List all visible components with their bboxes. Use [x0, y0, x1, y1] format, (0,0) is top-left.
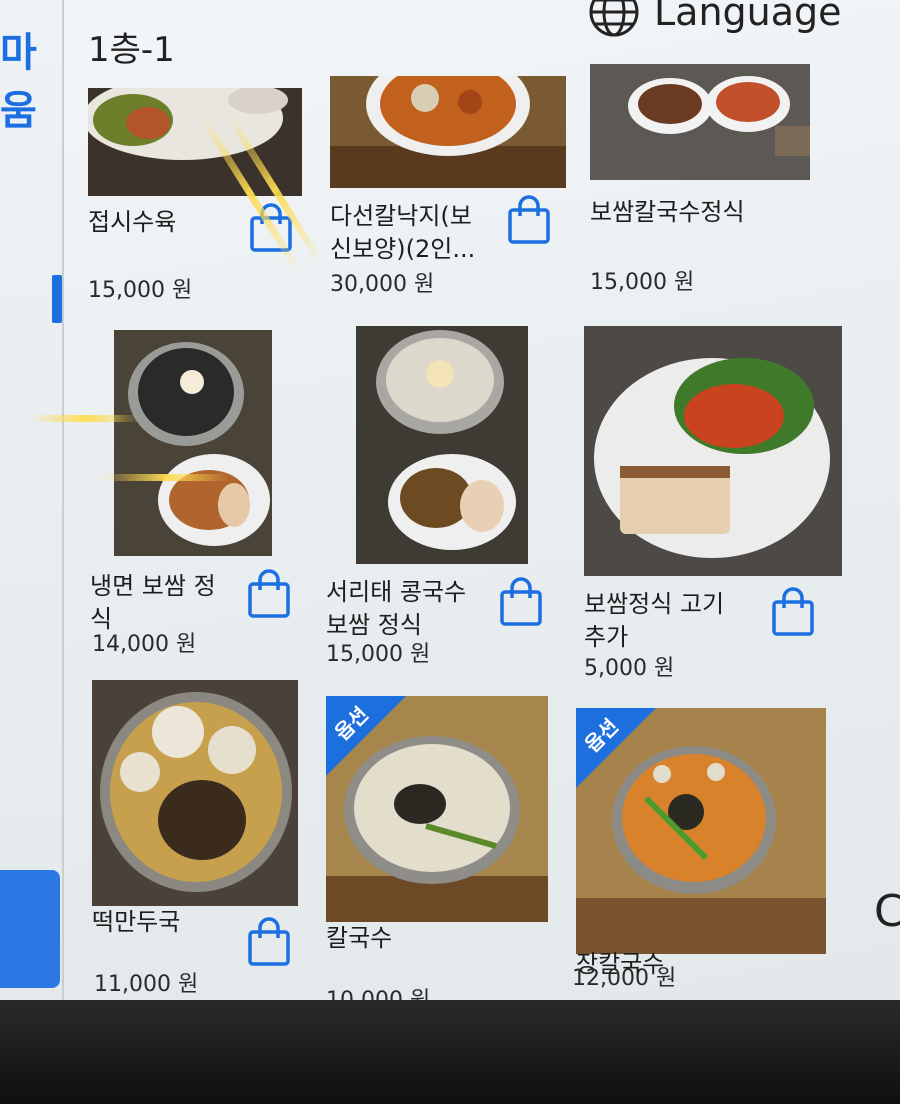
globe-icon — [589, 0, 639, 37]
sidebar-active-indicator — [52, 275, 62, 323]
menu-thumbnail — [330, 76, 566, 188]
menu-thumbnail: 옵션 — [576, 708, 826, 954]
menu-card[interactable]: 옵션 칼국수 10,000 원 — [326, 696, 552, 1000]
menu-thumbnail: 옵션 — [326, 696, 548, 922]
menu-item-name: 서리태 콩국수 보쌈 정식 — [326, 578, 467, 639]
menu-item-name: 떡만두국 — [92, 908, 181, 936]
category-sidebar: 마움 — [0, 0, 64, 1000]
menu-item-name: 접시수육 — [88, 208, 177, 236]
menu-item-price: 30,000 원 — [330, 272, 435, 297]
shopping-bag-icon[interactable] — [498, 576, 544, 628]
menu-card[interactable]: 서리태 콩국수 보쌈 정식 15,000 원 — [326, 326, 556, 667]
menu-item-name: 보쌈정식 고기 추가 — [584, 590, 725, 651]
shopping-bag-icon[interactable] — [506, 194, 552, 246]
menu-item-price: 10,000 원 — [326, 982, 430, 1000]
page-title: 1층-1 — [88, 30, 175, 70]
glare-reflection — [100, 474, 230, 481]
menu-item-name: 보쌈칼국수정식 — [590, 198, 745, 226]
menu-card[interactable]: 옵션 장칼국수 — [576, 708, 828, 1000]
menu-card[interactable]: 다선칼낙지(보 신보양)(2인... 30,000 원 — [330, 76, 570, 306]
menu-item-name: 다선칼낙지(보 신보양)(2인... — [330, 202, 476, 263]
menu-thumbnail — [92, 680, 298, 906]
kiosk-bezel — [0, 1000, 900, 1104]
menu-card[interactable]: 떡만두국 11,000 원 — [92, 680, 302, 997]
option-badge-label: 옵션 — [579, 714, 623, 758]
sidebar-action-button[interactable] — [0, 870, 60, 988]
kiosk-screen: 마움 1층-1 Language 접시수육 15,000 원 다선칼낙지(보 신… — [0, 0, 900, 1000]
option-badge-label: 옵션 — [329, 702, 373, 746]
menu-card[interactable]: 보쌈칼국수정식 15,000 원 — [590, 64, 830, 304]
menu-card[interactable]: 보쌈정식 고기 추가 5,000 원 — [584, 326, 844, 681]
language-label: Language — [654, 0, 842, 34]
shopping-bag-icon[interactable] — [770, 586, 816, 638]
menu-card[interactable]: 냉면 보쌈 정 식 14,000 원 — [90, 330, 300, 660]
menu-item-name: 칼국수 — [326, 924, 393, 952]
menu-thumbnail — [590, 64, 810, 180]
menu-item-price: 15,000 원 — [88, 278, 193, 303]
menu-thumbnail — [356, 326, 528, 564]
shopping-bag-icon[interactable] — [246, 916, 292, 968]
language-button[interactable]: Language — [588, 0, 842, 38]
glare-reflection — [30, 415, 140, 422]
menu-item-price: 11,000 원 — [94, 972, 199, 997]
menu-item-price: 15,000 원 — [326, 642, 431, 667]
menu-item-price: 12,000 원 — [572, 966, 677, 991]
menu-item-price: 14,000 원 — [92, 632, 197, 657]
menu-item-price: 15,000 원 — [590, 270, 695, 295]
option-badge: 옵션 — [576, 708, 656, 788]
partial-edge-text: C — [874, 886, 900, 937]
option-badge: 옵션 — [326, 696, 406, 776]
menu-item-price: 5,000 원 — [584, 656, 675, 681]
menu-thumbnail — [584, 326, 842, 576]
sidebar-category-label[interactable]: 마움 — [0, 20, 62, 136]
menu-thumbnail — [114, 330, 272, 556]
shopping-bag-icon[interactable] — [246, 568, 292, 620]
